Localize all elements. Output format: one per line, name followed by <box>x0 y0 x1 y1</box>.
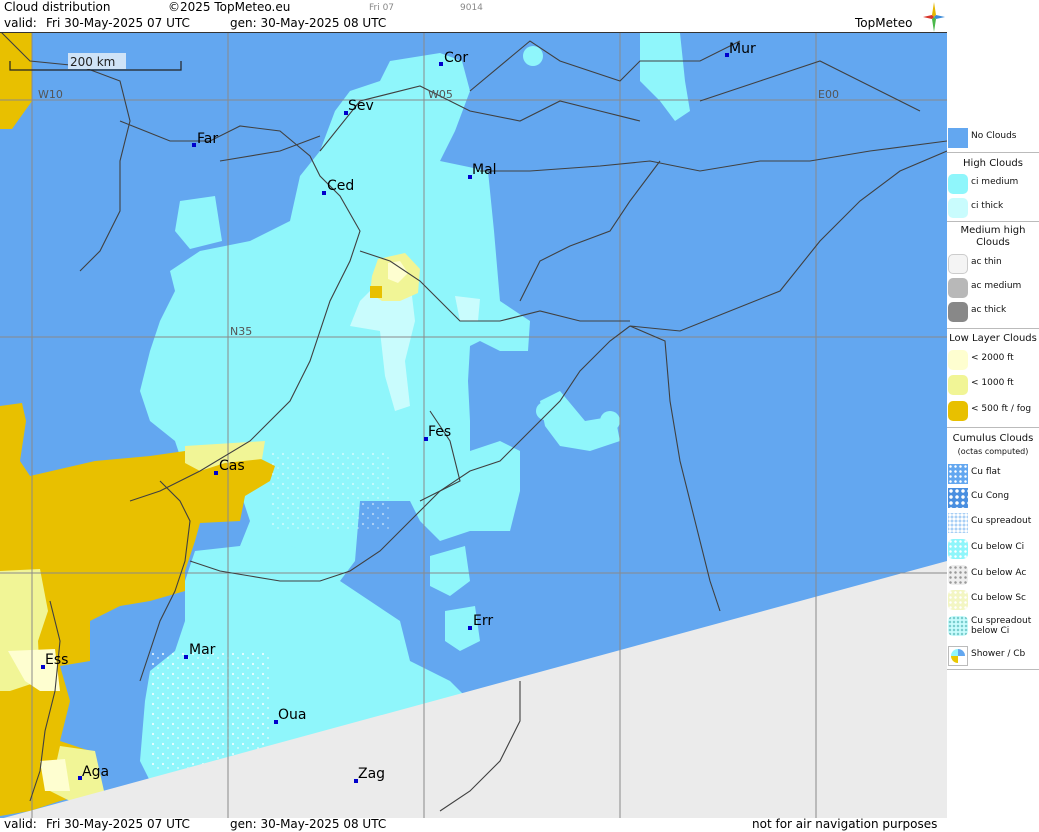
legend-ci-medium: ci medium <box>947 172 1039 196</box>
svg-text:Far: Far <box>197 131 218 147</box>
cu-below-ci-texture-north <box>270 451 390 531</box>
swatch-cu-cong <box>948 488 968 508</box>
footer-disclaimer: not for air navigation purposes <box>752 817 938 831</box>
brand-name: TopMeteo <box>855 16 913 30</box>
scale-label: 200 km <box>70 55 115 69</box>
footer: valid: Fri 30-May-2025 07 UTC gen: 30-Ma… <box>0 817 1039 832</box>
grid-label-w05: W05 <box>428 88 453 101</box>
legend-cu-flat: Cu flat <box>947 462 1039 486</box>
legend-cu-below-ac: Cu below Ac <box>947 563 1039 587</box>
valid-time: Fri 30-May-2025 07 UTC <box>46 16 190 30</box>
copyright: ©2025 TopMeteo.eu <box>168 0 291 14</box>
city-zag: Zag <box>354 766 385 783</box>
city-cor: Cor <box>439 50 468 66</box>
grid-label-n35: N35 <box>230 325 252 338</box>
legend-cu-spreadout-below-ci: Cu spreadout below Ci <box>947 614 1039 644</box>
swatch-ac-medium <box>948 278 968 298</box>
legend-fog: < 500 ft / fog <box>947 399 1039 423</box>
legend-low-title: Low Layer Clouds <box>949 333 1037 344</box>
legend-ac-medium: ac medium <box>947 276 1039 300</box>
legend-cu-cong: Cu Cong <box>947 486 1039 510</box>
legend-cu-spreadout: Cu spreadout <box>947 511 1039 535</box>
svg-text:Mal: Mal <box>472 162 497 178</box>
generated-time: gen: 30-May-2025 08 UTC <box>230 16 387 30</box>
swatch-no-clouds <box>948 128 968 148</box>
swatch-cu-below-ac <box>948 565 968 585</box>
city-aga: Aga <box>78 764 109 780</box>
swatch-low-1000 <box>948 375 968 395</box>
city-oua: Oua <box>274 707 306 724</box>
svg-text:Cor: Cor <box>444 50 468 66</box>
footer-generated-time: gen: 30-May-2025 08 UTC <box>230 817 387 831</box>
city-cas: Cas <box>214 458 245 475</box>
swatch-cu-spreadout-below-ci <box>948 616 968 636</box>
city-mar: Mar <box>184 642 216 659</box>
svg-text:Mur: Mur <box>729 41 756 57</box>
legend-panel: No Clouds High Clouds ci medium ci thick… <box>947 32 1039 818</box>
city-ced: Ced <box>322 178 354 195</box>
legend-no-clouds: No Clouds <box>947 126 1039 150</box>
topmeteo-logo[interactable]: TopMeteo <box>853 2 945 32</box>
swatch-cu-spreadout <box>948 513 968 533</box>
run-day: Fri 07 <box>369 3 395 13</box>
svg-text:Ced: Ced <box>327 178 354 194</box>
legend-ac-thin: ac thin <box>947 252 1039 276</box>
map-title: Cloud distribution <box>4 0 111 14</box>
swatch-ac-thick <box>948 302 968 322</box>
legend-high-title: High Clouds <box>963 158 1023 169</box>
run-code: 9014 <box>460 3 483 13</box>
city-fes: Fes <box>424 424 451 441</box>
map-canvas: 200 km W10 W05 E00 N35 Cor Mur Sev Far M… <box>0 33 947 819</box>
footer-valid-time: Fri 30-May-2025 07 UTC <box>46 817 190 831</box>
legend-medium-title: Medium high Clouds <box>960 225 1026 248</box>
header: Cloud distribution ©2025 TopMeteo.eu Fri… <box>0 0 1039 32</box>
legend-shower-cb: Shower / Cb <box>947 644 1039 668</box>
svg-text:Ess: Ess <box>45 652 68 668</box>
swatch-ci-thick <box>948 198 968 218</box>
footer-valid-label: valid: <box>4 817 37 831</box>
city-mur: Mur <box>725 41 756 57</box>
legend-ci-thick: ci thick <box>947 196 1039 220</box>
swatch-fog <box>948 401 968 421</box>
city-mal: Mal <box>468 162 497 179</box>
svg-text:Err: Err <box>473 613 493 629</box>
legend-low-1000: < 1000 ft <box>947 373 1039 397</box>
legend-low-2000: < 2000 ft <box>947 348 1039 372</box>
legend-ac-thick: ac thick <box>947 300 1039 324</box>
svg-text:Mar: Mar <box>189 642 216 658</box>
swatch-ac-thin <box>948 254 968 274</box>
swatch-low-2000 <box>948 350 968 370</box>
legend-cu-below-ci: Cu below Ci <box>947 537 1039 561</box>
swatch-ci-medium <box>948 174 968 194</box>
shower-cb-icon <box>948 646 968 666</box>
valid-label: valid: <box>4 16 37 30</box>
swatch-cu-below-sc <box>948 590 968 610</box>
svg-text:Oua: Oua <box>278 707 306 723</box>
city-ess: Ess <box>41 652 68 669</box>
compass-star-icon <box>923 2 945 32</box>
grid-label-e00: E00 <box>818 88 839 101</box>
grid-label-w10: W10 <box>38 88 63 101</box>
swatch-cu-below-ci <box>948 539 968 559</box>
city-sev: Sev <box>344 98 374 115</box>
svg-text:Sev: Sev <box>348 98 374 114</box>
svg-text:Aga: Aga <box>82 764 109 780</box>
swatch-cu-flat <box>948 464 968 484</box>
legend-cumulus-subtitle: (octas computed) <box>957 447 1029 456</box>
legend-cu-below-sc: Cu below Sc <box>947 588 1039 612</box>
cloud-map[interactable]: 200 km W10 W05 E00 N35 Cor Mur Sev Far M… <box>0 32 947 820</box>
svg-text:Cas: Cas <box>219 458 245 474</box>
svg-text:Zag: Zag <box>358 766 385 782</box>
legend-cumulus-title: Cumulus Clouds <box>952 433 1034 444</box>
svg-text:Fes: Fes <box>428 424 451 440</box>
